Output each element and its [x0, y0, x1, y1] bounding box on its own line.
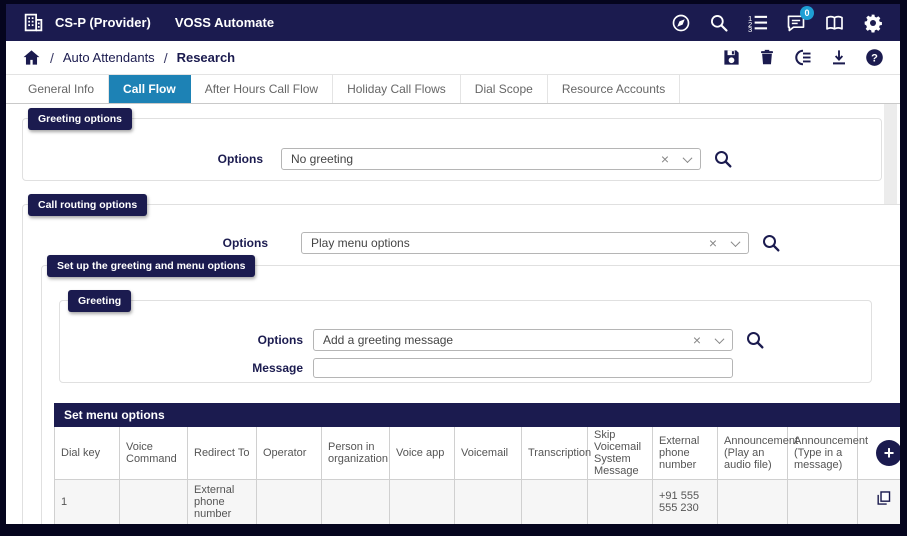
- set-menu-options-title: Set menu options: [54, 403, 900, 427]
- cell-dial-key: 1: [54, 479, 120, 524]
- greeting-options-label: Options: [217, 152, 263, 166]
- vertical-scrollbar[interactable]: [884, 104, 897, 204]
- greeting-options-selected-value: No greeting: [291, 152, 354, 166]
- tab-bar: General Info Call Flow After Hours Call …: [6, 75, 900, 104]
- greeting-subpanel: Greeting Options Add a greeting message …: [59, 290, 872, 383]
- cell-operator: [256, 479, 322, 524]
- breadcrumb: / Auto Attendants / Research ?: [6, 41, 900, 75]
- setup-greeting-menu-panel: Set up the greeting and menu options Gre…: [41, 255, 900, 524]
- row-action-icons: [875, 489, 900, 507]
- col-person-in-organization: Person in organization: [321, 427, 390, 480]
- tab-content-call-flow: Greeting options Options No greeting × C…: [6, 104, 900, 524]
- cell-voice-command: [119, 479, 188, 524]
- explore-compass-icon[interactable]: [671, 13, 691, 33]
- help-icon[interactable]: ?: [865, 48, 884, 67]
- cell-announcement-audio: [717, 479, 788, 524]
- clear-selection-icon[interactable]: ×: [709, 236, 717, 250]
- topbar-icon-group: 123 0: [671, 5, 883, 33]
- chevron-down-icon[interactable]: [714, 333, 725, 344]
- set-menu-options-table: Set menu options Dial key Voice Command …: [54, 403, 900, 524]
- tab-holiday-call-flows[interactable]: Holiday Call Flows: [333, 75, 461, 103]
- message-label: Message: [252, 361, 303, 375]
- col-external-phone-number: External phone number: [652, 427, 718, 480]
- col-voice-app: Voice app: [389, 427, 455, 480]
- tab-general-info[interactable]: General Info: [14, 75, 110, 103]
- breadcrumb-separator: /: [163, 49, 168, 66]
- col-announcement-audio: Announcement (Play an audio file): [717, 427, 798, 480]
- col-skip-voicemail-system-message: Skip Voicemail System Message: [587, 427, 653, 480]
- greeting-message-search-icon[interactable]: [746, 331, 764, 349]
- copy-row-icon[interactable]: [875, 489, 892, 507]
- message-input[interactable]: [313, 358, 733, 378]
- greeting-message-options-label: Options: [257, 333, 303, 347]
- app-window: CS-P (Provider) VOSS Automate 123 0 / Au…: [0, 0, 907, 536]
- call-routing-options-dropdown[interactable]: Play menu options ×: [301, 232, 749, 254]
- tab-call-flow[interactable]: Call Flow: [109, 75, 191, 103]
- greeting-options-panel-title: Greeting options: [28, 108, 132, 130]
- table-header-row: Dial key Voice Command Redirect To Opera…: [54, 427, 900, 480]
- top-navigation-bar: CS-P (Provider) VOSS Automate 123 0: [6, 4, 900, 41]
- clear-selection-icon[interactable]: ×: [661, 152, 669, 166]
- cell-voicemail: [454, 479, 522, 524]
- messages-chat-icon[interactable]: 0: [786, 5, 814, 33]
- documentation-book-icon[interactable]: [824, 13, 845, 33]
- col-announcement-message: Announcement (Type in a message): [787, 427, 868, 480]
- greeting-options-dropdown[interactable]: No greeting ×: [281, 148, 701, 170]
- greeting-message-selected-value: Add a greeting message: [323, 333, 454, 347]
- cell-skip-voicemail-system-message: [587, 479, 653, 524]
- settings-gear-icon[interactable]: [863, 13, 883, 33]
- chevron-down-icon[interactable]: [730, 236, 741, 247]
- transaction-log-icon[interactable]: [793, 48, 813, 67]
- page-action-icons: ?: [722, 48, 884, 67]
- hierarchy-org-label[interactable]: CS-P (Provider): [55, 15, 151, 30]
- col-redirect-to: Redirect To: [187, 427, 257, 480]
- tab-dial-scope[interactable]: Dial Scope: [461, 75, 548, 103]
- call-routing-selected-value: Play menu options: [311, 236, 410, 250]
- cell-announcement-message: [787, 479, 858, 524]
- call-routing-options-panel-title: Call routing options: [28, 194, 148, 216]
- delete-icon[interactable]: [758, 48, 776, 67]
- cell-redirect-to: External phone number: [187, 479, 257, 524]
- add-menu-option-button[interactable]: +: [876, 440, 900, 466]
- voss-automate-window: CS-P (Provider) VOSS Automate 123 0 / Au…: [6, 4, 900, 524]
- cell-transcription: [521, 479, 588, 524]
- numbered-list-icon[interactable]: 123: [747, 13, 768, 32]
- setup-greeting-menu-panel-title: Set up the greeting and menu options: [47, 255, 256, 277]
- greeting-options-panel: Greeting options Options No greeting ×: [22, 108, 882, 181]
- svg-text:?: ?: [871, 52, 878, 64]
- search-icon[interactable]: [709, 13, 729, 33]
- clear-selection-icon[interactable]: ×: [693, 333, 701, 347]
- svg-text:3: 3: [748, 25, 752, 32]
- table-row[interactable]: 1 External phone number +91 555 555 230: [54, 479, 900, 524]
- call-routing-search-icon[interactable]: [762, 234, 780, 252]
- app-title: VOSS Automate: [174, 15, 275, 30]
- breadcrumb-auto-attendants[interactable]: Auto Attendants: [63, 50, 155, 65]
- tab-after-hours-call-flow[interactable]: After Hours Call Flow: [191, 75, 334, 103]
- col-transcription: Transcription: [521, 427, 591, 480]
- call-routing-options-label: Options: [222, 236, 268, 250]
- col-operator: Operator: [256, 427, 322, 480]
- col-dial-key: Dial key: [54, 427, 120, 480]
- col-voicemail: Voicemail: [454, 427, 522, 480]
- greeting-message-options-dropdown[interactable]: Add a greeting message ×: [313, 329, 733, 351]
- breadcrumb-separator: /: [50, 49, 54, 66]
- greeting-subpanel-title: Greeting: [68, 290, 132, 312]
- cell-voice-app: [389, 479, 455, 524]
- cell-external-phone-number: +91 555 555 230: [652, 479, 718, 524]
- col-voice-command: Voice Command: [119, 427, 188, 480]
- chevron-down-icon[interactable]: [682, 152, 693, 163]
- home-icon[interactable]: [22, 48, 41, 67]
- breadcrumb-current-page: Research: [176, 50, 236, 65]
- save-icon[interactable]: [722, 48, 741, 67]
- organization-building-icon: [23, 12, 44, 33]
- chat-count-badge: 0: [800, 5, 814, 20]
- tab-resource-accounts[interactable]: Resource Accounts: [548, 75, 681, 103]
- call-routing-options-panel: Call routing options Options Play menu o…: [22, 194, 900, 524]
- cell-person-in-organization: [321, 479, 390, 524]
- greeting-options-search-icon[interactable]: [714, 150, 732, 168]
- export-download-icon[interactable]: [830, 48, 848, 67]
